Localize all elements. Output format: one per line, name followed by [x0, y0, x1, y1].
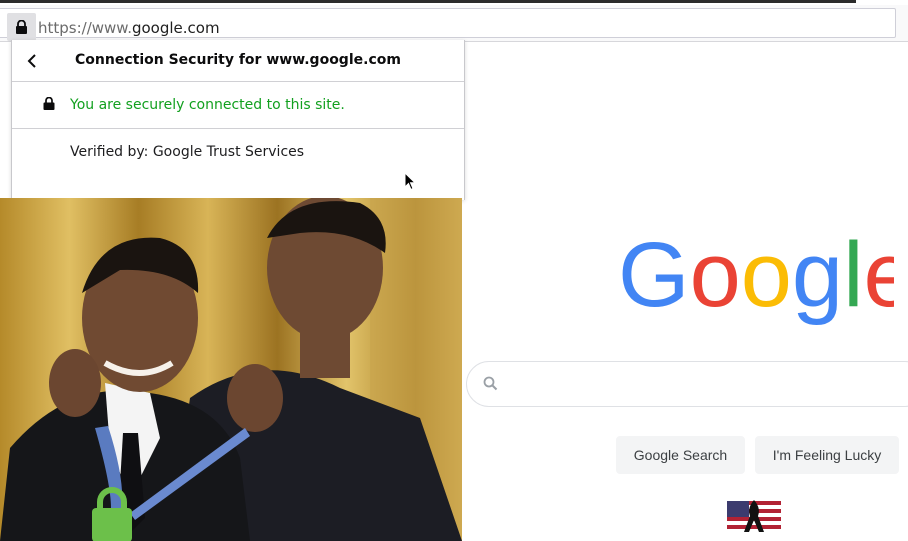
- panel-title: Connection Security for www.google.com: [75, 52, 401, 68]
- url-host: google.com: [131, 19, 220, 37]
- flag-ribbon-icon[interactable]: [727, 498, 781, 534]
- google-logo-text: Google: [618, 236, 894, 326]
- meme-illustration: [0, 198, 462, 541]
- search-input[interactable]: [511, 372, 895, 396]
- connection-security-panel: Connection Security for www.google.com Y…: [11, 40, 465, 200]
- window-top-strip: [0, 0, 856, 3]
- search-box[interactable]: [466, 361, 908, 407]
- site-identity-button[interactable]: [7, 13, 36, 41]
- meme-image: [0, 198, 462, 541]
- feeling-lucky-button[interactable]: I'm Feeling Lucky: [755, 436, 899, 474]
- google-search-button[interactable]: Google Search: [616, 436, 745, 474]
- secure-connection-row: You are securely connected to this site.: [12, 82, 464, 129]
- url-text[interactable]: https://www.google.com: [38, 19, 220, 37]
- secure-message: You are securely connected to this site.: [70, 97, 345, 113]
- google-logo: Google: [618, 236, 894, 326]
- panel-header: Connection Security for www.google.com: [12, 40, 464, 82]
- url-field[interactable]: https://www.google.com: [0, 8, 896, 41]
- lock-icon: [43, 97, 55, 110]
- search-icon: [483, 376, 498, 391]
- url-bar: https://www.google.com: [0, 5, 908, 42]
- lock-icon: [16, 20, 27, 34]
- mouse-cursor-icon: [404, 172, 416, 191]
- verified-by-text: Verified by: Google Trust Services: [70, 144, 305, 160]
